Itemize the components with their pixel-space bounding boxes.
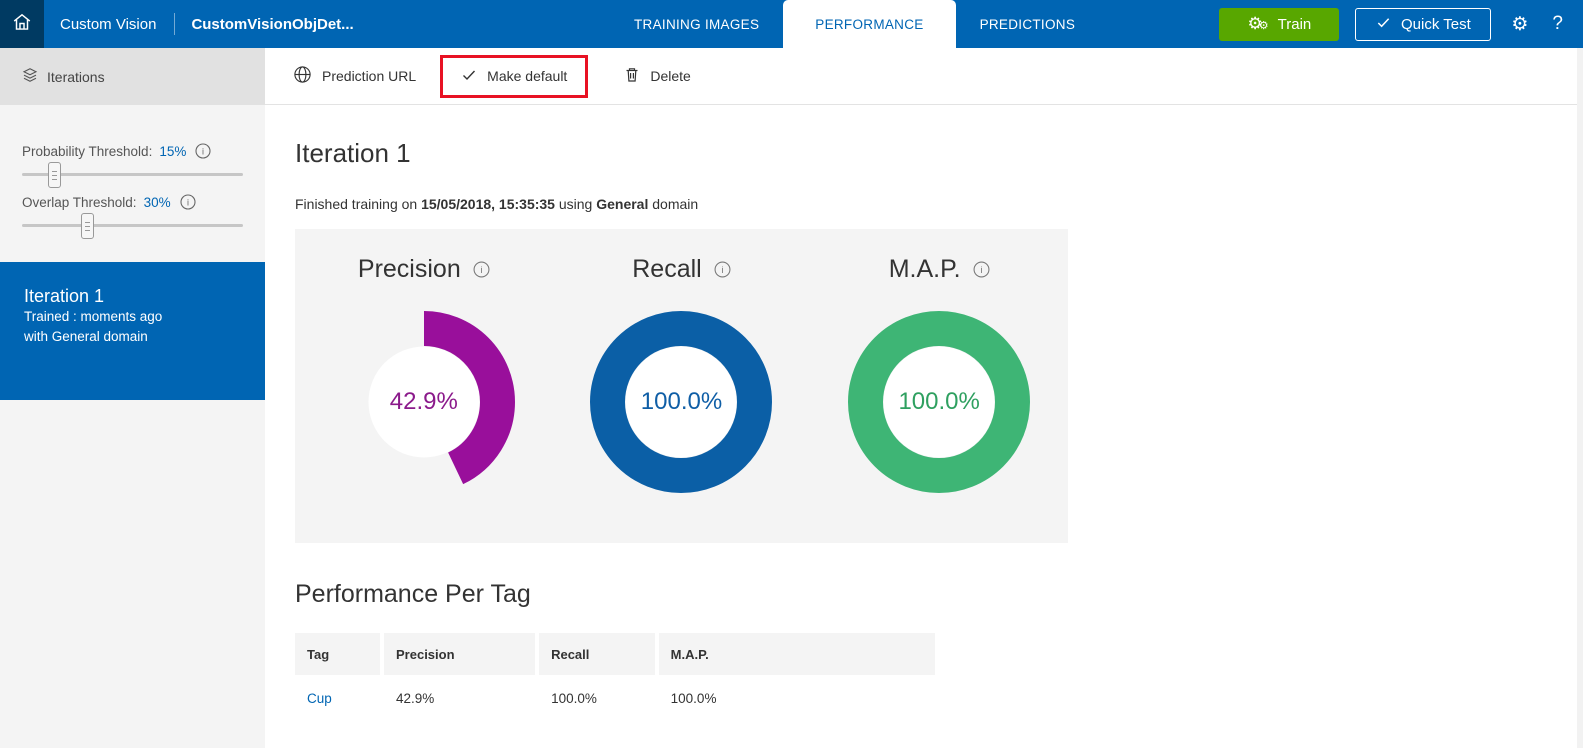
header-map: M.A.P. — [659, 633, 935, 675]
app-name[interactable]: Custom Vision — [60, 16, 156, 33]
delete-button[interactable]: Delete — [624, 66, 690, 86]
svg-text:i: i — [187, 198, 189, 208]
prediction-url-label: Prediction URL — [322, 68, 416, 84]
header-tag: Tag — [295, 633, 380, 675]
probability-threshold-group: Probability Threshold: 15% i — [22, 143, 243, 176]
probability-threshold-label: Probability Threshold: 15% i — [22, 143, 243, 159]
recall-title: Recall i — [632, 255, 730, 284]
overlap-threshold-slider[interactable] — [22, 224, 243, 227]
topbar-actions: ⚙⚙ Train Quick Test ⚙ ? — [1219, 0, 1567, 48]
sidebar-header: Iterations — [0, 48, 265, 105]
precision-title: Precision i — [358, 255, 490, 284]
tab-predictions[interactable]: PREDICTIONS — [956, 0, 1100, 48]
map-title: M.A.P. i — [889, 255, 990, 284]
cell-precision: 42.9% — [384, 675, 535, 721]
layers-icon — [22, 67, 38, 86]
recall-donut-chart: 100.0% — [581, 302, 781, 502]
iteration-detail: Iteration 1 Finished training on 15/05/2… — [265, 138, 1583, 721]
page-title: Iteration 1 — [295, 138, 1583, 169]
info-icon[interactable]: i — [473, 261, 490, 278]
prediction-url-button[interactable]: Prediction URL — [293, 65, 416, 87]
info-icon[interactable]: i — [195, 143, 211, 159]
svg-text:i: i — [721, 265, 723, 276]
probability-threshold-slider[interactable] — [22, 173, 243, 176]
sidebar-header-label: Iterations — [47, 69, 105, 85]
train-button-label: Train — [1278, 16, 1312, 33]
performance-per-tag-table: Tag Precision Recall M.A.P. Cup 42.9% 10… — [295, 633, 935, 721]
gears-icon: ⚙⚙ — [1248, 15, 1269, 33]
make-default-label: Make default — [487, 68, 567, 84]
svg-text:i: i — [480, 265, 482, 276]
train-button[interactable]: ⚙⚙ Train — [1219, 8, 1339, 41]
help-icon[interactable]: ? — [1548, 13, 1567, 35]
cell-map: 100.0% — [659, 675, 935, 721]
precision-donut-chart: 42.9% — [324, 302, 524, 502]
header-recall: Recall — [539, 633, 655, 675]
iteration-card-domain: with General domain — [24, 327, 241, 347]
recall-metric: Recall i 100.0% — [553, 229, 811, 543]
overlap-threshold-group: Overlap Threshold: 30% i — [22, 194, 243, 227]
delete-label: Delete — [650, 68, 690, 84]
slider-thumb[interactable] — [48, 162, 61, 188]
training-domain: General — [596, 196, 648, 212]
iteration-card-trained: Trained : moments ago — [24, 307, 241, 327]
svg-text:i: i — [202, 147, 204, 157]
quick-test-label: Quick Test — [1401, 16, 1471, 33]
precision-metric: Precision i 42.9% — [295, 229, 553, 543]
map-metric: M.A.P. i 100.0% — [810, 229, 1068, 543]
make-default-button[interactable]: Make default — [461, 67, 567, 86]
per-tag-title: Performance Per Tag — [295, 580, 1583, 609]
svg-text:i: i — [980, 265, 982, 276]
home-icon — [11, 11, 33, 38]
training-summary: Finished training on 15/05/2018, 15:35:3… — [295, 196, 1583, 212]
header-precision: Precision — [384, 633, 535, 675]
overlap-threshold-value: 30% — [144, 195, 171, 210]
info-icon[interactable]: i — [973, 261, 990, 278]
table-row: Cup 42.9% 100.0% 100.0% — [295, 675, 935, 721]
iteration-card-title: Iteration 1 — [24, 286, 241, 307]
iterations-sidebar: Iterations Probability Threshold: 15% i … — [0, 48, 265, 748]
titlebar-separator — [174, 13, 175, 35]
scrollbar[interactable] — [1577, 48, 1583, 748]
globe-icon — [293, 65, 312, 87]
quick-test-button[interactable]: Quick Test — [1355, 8, 1491, 41]
precision-value: 42.9% — [324, 302, 524, 502]
tab-performance[interactable]: PERFORMANCE — [783, 0, 955, 48]
table-header-row: Tag Precision Recall M.A.P. — [295, 633, 935, 675]
trash-icon — [624, 66, 640, 86]
cell-recall: 100.0% — [539, 675, 655, 721]
command-bar: Prediction URL Make default — [265, 48, 1583, 105]
metrics-panel: Precision i 42.9% Recall — [295, 229, 1068, 543]
training-datetime: 15/05/2018, 15:35:35 — [421, 196, 555, 212]
threshold-sliders: Probability Threshold: 15% i Overlap Thr… — [0, 105, 265, 227]
map-donut-chart: 100.0% — [839, 302, 1039, 502]
check-icon — [461, 67, 477, 86]
settings-gear-icon[interactable]: ⚙ — [1507, 13, 1532, 36]
info-icon[interactable]: i — [714, 261, 731, 278]
tab-training-images[interactable]: TRAINING IMAGES — [610, 0, 783, 48]
probability-threshold-value: 15% — [159, 144, 186, 159]
overlap-threshold-label: Overlap Threshold: 30% i — [22, 194, 243, 210]
map-value: 100.0% — [839, 302, 1039, 502]
iteration-list-item-selected[interactable]: Iteration 1 Trained : moments ago with G… — [0, 262, 265, 400]
top-app-bar: Custom Vision CustomVisionObjDet... TRAI… — [0, 0, 1583, 48]
main-panel: Prediction URL Make default — [265, 48, 1583, 748]
annotation-highlight-box: Make default — [440, 55, 588, 98]
home-button[interactable] — [0, 0, 44, 48]
check-icon — [1376, 15, 1391, 34]
tag-link-cup[interactable]: Cup — [307, 691, 332, 706]
main-tabs: TRAINING IMAGES PERFORMANCE PREDICTIONS — [610, 0, 1099, 48]
info-icon[interactable]: i — [180, 194, 196, 210]
recall-value: 100.0% — [581, 302, 781, 502]
slider-thumb[interactable] — [81, 213, 94, 239]
project-name: CustomVisionObjDet... — [191, 16, 353, 33]
